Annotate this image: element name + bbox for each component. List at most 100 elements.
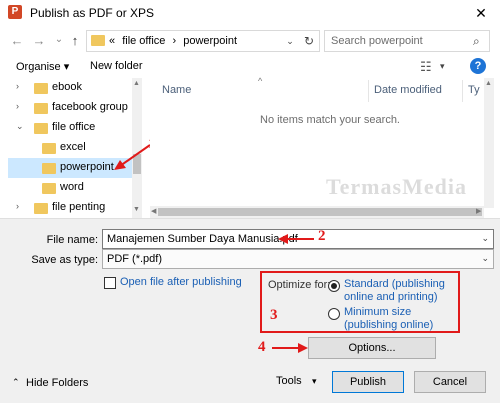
standard-radio[interactable] (328, 280, 340, 292)
publish-button[interactable]: Publish (332, 371, 404, 393)
annotation-arrow-2 (278, 234, 314, 244)
save-as-type-value: PDF (*.pdf) (107, 253, 163, 265)
watermark: TermasMedia (326, 174, 467, 199)
tools-dropdown-icon[interactable]: ▾ (312, 376, 317, 387)
expand-chevron-icon[interactable]: › (16, 101, 19, 111)
close-icon[interactable]: ✕ (470, 4, 492, 22)
up-arrow-icon[interactable]: ↑ (66, 32, 84, 50)
chevron-right-icon[interactable]: › (172, 35, 176, 47)
search-placeholder: Search powerpoint (331, 35, 423, 47)
open-after-publishing-label[interactable]: Open file after publishing (120, 276, 242, 288)
open-after-publishing-checkbox[interactable] (104, 277, 116, 289)
scrollbar-thumb[interactable] (158, 208, 482, 216)
view-options-dropdown-icon[interactable]: ▾ (440, 61, 445, 72)
tools-menu-button[interactable]: Tools (276, 375, 302, 387)
address-dropdown-icon[interactable]: ⌄ (283, 33, 297, 49)
folder-icon (42, 183, 56, 194)
folder-icon (42, 143, 56, 154)
tree-item-file-penting[interactable]: › file penting (8, 198, 132, 218)
change-view-icon[interactable]: ☷ (420, 59, 432, 75)
column-divider[interactable] (368, 80, 369, 102)
annotation-arrow-1 (114, 144, 151, 170)
optimize-for-label: Optimize for: (268, 279, 331, 291)
options-button[interactable]: Options... (308, 337, 436, 359)
tree-item-label: ebook (52, 81, 82, 93)
options-button-label: Options... (348, 342, 396, 354)
breadcrumb-powerpoint[interactable]: powerpoint (183, 35, 237, 47)
publish-button-label: Publish (349, 376, 387, 388)
save-options-panel: File name: Manajemen Sumber Daya Manusia… (0, 218, 500, 403)
address-bar[interactable]: « file office › powerpoint ⌄ ↻ (86, 30, 320, 52)
tree-item-word[interactable]: word (8, 178, 132, 198)
title-bar: P Publish as PDF or XPS ✕ (0, 0, 500, 26)
cancel-button[interactable]: Cancel (414, 371, 486, 393)
tree-item-label: powerpoint (60, 161, 114, 173)
file-list-vertical-scrollbar[interactable]: ▲ (484, 78, 494, 208)
annotation-number-2: 2 (318, 228, 326, 244)
window-title: Publish as PDF or XPS (30, 6, 155, 20)
column-header-type[interactable]: Ty (468, 84, 480, 96)
save-as-type-dropdown-icon[interactable]: ⌄ (481, 253, 489, 264)
tree-item-ebook[interactable]: › ebook (8, 78, 132, 98)
breadcrumb: « file office › powerpoint (109, 35, 237, 47)
sort-indicator-icon: ^ (258, 76, 263, 86)
scroll-right-icon[interactable]: ▶ (476, 207, 481, 215)
tree-item-label: file office (52, 121, 96, 133)
standard-label-line-2: online and printing) (344, 291, 438, 303)
tree-item-facebook-group[interactable]: › facebook group (8, 98, 132, 118)
file-list-horizontal-scrollbar[interactable]: ◀ ▶ (150, 206, 484, 218)
column-header-name[interactable]: Name (162, 84, 191, 96)
standard-option-label[interactable]: Standard (publishing online and printing… (344, 278, 445, 304)
search-input[interactable]: Search powerpoint ⌕ (324, 30, 490, 52)
breadcrumb-overflow[interactable]: « (109, 35, 115, 47)
hide-folders-button[interactable]: Hide Folders (26, 377, 88, 389)
file-name-value: Manajemen Sumber Daya Manusia.pdf (107, 233, 298, 245)
new-folder-button[interactable]: New folder (90, 60, 143, 72)
folder-icon (34, 83, 48, 94)
help-icon[interactable]: ? (470, 58, 486, 74)
annotation-number-3: 3 (270, 307, 278, 323)
annotation-arrow-4 (272, 343, 308, 353)
collapse-chevron-icon[interactable]: ⌄ (16, 121, 24, 132)
empty-message: No items match your search. (260, 114, 400, 126)
address-row: ← → ⌄ ↑ « file office › powerpoint ⌄ ↻ S… (0, 26, 500, 56)
scroll-up-icon[interactable]: ▲ (485, 80, 492, 87)
scroll-left-icon[interactable]: ◀ (151, 207, 156, 215)
powerpoint-app-icon: P (8, 5, 22, 19)
tree-item-label: facebook group (52, 101, 128, 113)
standard-label-line-1: Standard (publishing (344, 278, 445, 290)
tree-item-file-office[interactable]: ⌄ file office (8, 118, 132, 138)
folder-icon (42, 163, 56, 174)
scroll-down-icon[interactable]: ▼ (133, 206, 140, 213)
search-icon[interactable]: ⌕ (473, 34, 480, 49)
expand-chevron-icon[interactable]: › (16, 81, 19, 91)
folder-icon (34, 123, 48, 134)
folder-icon (91, 35, 105, 46)
hide-folders-chevron-icon[interactable]: ⌃ (12, 377, 20, 388)
breadcrumb-file-office[interactable]: file office (122, 35, 165, 47)
back-arrow-icon[interactable]: ← (8, 32, 26, 50)
organise-menu-button[interactable]: Organise ▾ (16, 60, 69, 73)
column-divider[interactable] (462, 80, 463, 102)
minimum-size-radio[interactable] (328, 308, 340, 320)
annotation-number-4: 4 (258, 339, 266, 355)
optimize-for-group: Optimize for: Standard (publishing onlin… (260, 271, 460, 333)
folder-icon (34, 203, 48, 214)
command-toolbar: Organise ▾ New folder ☷ ▾ ? (0, 56, 500, 78)
minimum-label-line-2: (publishing online) (344, 319, 434, 331)
tree-item-label: word (60, 181, 84, 193)
minimum-label-line-1: Minimum size (344, 306, 412, 318)
file-list: ^ Name Date modified Ty No items match y… (150, 76, 494, 218)
column-header-date-modified[interactable]: Date modified (374, 84, 442, 96)
folder-icon (34, 103, 48, 114)
tree-item-label: file penting (52, 201, 106, 213)
cancel-button-label: Cancel (432, 376, 468, 388)
expand-chevron-icon[interactable]: › (16, 201, 19, 211)
minimum-size-option-label[interactable]: Minimum size (publishing online) (344, 306, 433, 332)
save-as-type-select[interactable]: PDF (*.pdf) ⌄ (102, 249, 494, 269)
scroll-up-icon[interactable]: ▲ (133, 80, 140, 87)
refresh-icon[interactable]: ↻ (301, 33, 317, 49)
tree-item-label: excel (60, 141, 86, 153)
forward-arrow-icon[interactable]: → (30, 32, 48, 50)
file-name-dropdown-icon[interactable]: ⌄ (481, 233, 489, 244)
